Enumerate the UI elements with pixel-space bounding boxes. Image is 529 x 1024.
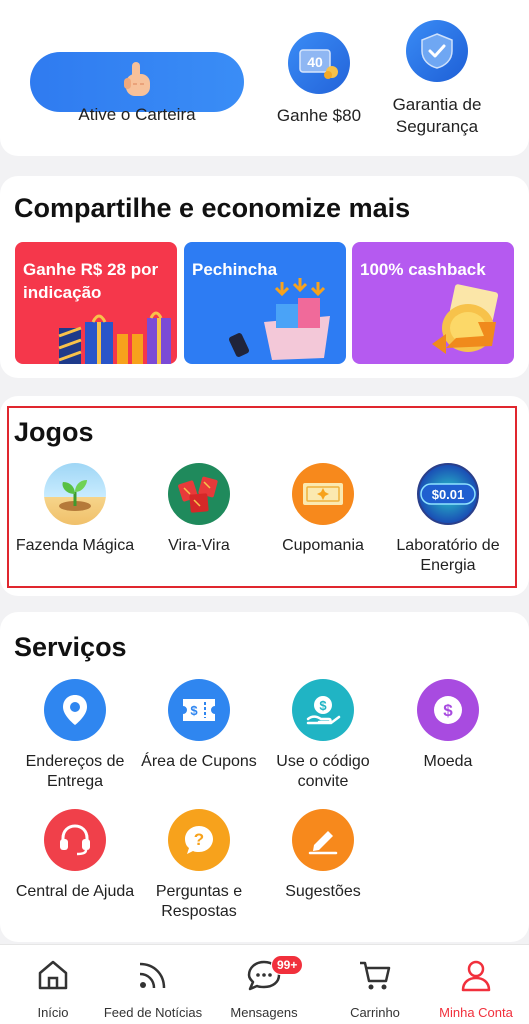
service-label: Endereços de Entrega — [25, 753, 125, 790]
security-shield-icon[interactable] — [406, 20, 468, 82]
service-help-center[interactable]: Central de Ajuda — [10, 809, 140, 902]
service-label: Área de Cupons — [141, 753, 257, 770]
service-delivery-address[interactable]: Endereços de Entrega — [10, 679, 140, 792]
svg-text:?: ? — [194, 830, 204, 849]
sprout-icon — [44, 463, 106, 525]
messages-badge: 99+ — [271, 955, 304, 975]
headset-icon — [44, 809, 106, 871]
service-label: Use o código convite — [276, 753, 370, 790]
services-title: Serviços — [14, 632, 127, 662]
game-cupomania[interactable]: Cupomania — [258, 463, 388, 556]
promo-cashback[interactable]: 100% cashback — [352, 242, 514, 364]
coupon-ticket-icon: $ — [168, 679, 230, 741]
service-coin[interactable]: $ Moeda — [383, 679, 513, 772]
pen-icon — [292, 809, 354, 871]
cards-icon — [168, 463, 230, 525]
nav-home-label: Início — [37, 1005, 69, 1020]
dollar-coin-icon: $ — [417, 679, 479, 741]
nav-my-account[interactable]: Minha Conta — [423, 945, 529, 1024]
home-icon — [38, 960, 68, 990]
nav-messages-label: Mensagens — [230, 1005, 298, 1020]
nav-feed[interactable]: Feed de Notícias — [100, 945, 206, 1024]
game-label: Fazenda Mágica — [15, 537, 135, 554]
earn-label: Ganhe $80 — [276, 106, 362, 125]
wallet-label: Ative o Carteira — [78, 105, 196, 124]
nav-cart[interactable]: Carrinho — [322, 945, 428, 1024]
nav-my-account-label: Minha Conta — [439, 1005, 513, 1020]
security-label: Garantia de Segurança — [392, 95, 482, 136]
cart-icon — [360, 961, 391, 990]
promo-cashback-label: 100% cashback — [360, 260, 486, 279]
game-energy-lab[interactable]: $0.01 Laboratório de Energia — [383, 463, 513, 576]
shopping-cart-icon — [228, 278, 330, 360]
promo-referral[interactable]: Ganhe R$ 28 por indicação — [15, 242, 177, 364]
nav-cart-label: Carrinho — [350, 1005, 400, 1020]
nav-messages[interactable]: 99+ Mensagens — [211, 945, 317, 1024]
nav-feed-label: Feed de Notícias — [103, 1005, 203, 1020]
service-faq[interactable]: ? Perguntas e Respostas — [134, 809, 264, 922]
feed-icon — [139, 962, 166, 989]
service-suggestions[interactable]: Sugestões — [258, 809, 388, 902]
nav-home[interactable]: Início — [0, 945, 106, 1024]
location-pin-icon — [44, 679, 106, 741]
games-title: Jogos — [14, 417, 94, 447]
game-label: Vira-Vira — [168, 537, 230, 554]
svg-text:40: 40 — [307, 54, 323, 70]
service-label: Sugestões — [285, 883, 361, 900]
activate-wallet-button[interactable] — [30, 52, 244, 112]
share-title: Compartilhe e economize mais — [14, 193, 411, 223]
coupon-icon — [292, 463, 354, 525]
promo-referral-label: Ganhe R$ 28 por indicação — [23, 260, 159, 302]
game-vira-vira[interactable]: Vira-Vira — [134, 463, 264, 556]
svg-text:$0.01: $0.01 — [432, 487, 465, 502]
game-label: Cupomania — [282, 537, 364, 554]
gift-boxes-icon — [58, 311, 171, 364]
pointing-hand-icon — [120, 60, 154, 105]
cashback-coin-icon — [432, 284, 499, 354]
svg-text:$: $ — [319, 698, 327, 713]
hand-coin-icon: $ — [292, 679, 354, 741]
game-label: Laboratório de Energia — [396, 537, 500, 574]
service-label: Moeda — [423, 753, 473, 770]
question-icon: ? — [168, 809, 230, 871]
energy-coin-icon: $0.01 — [417, 463, 479, 525]
user-icon — [461, 960, 491, 992]
service-label: Central de Ajuda — [15, 883, 135, 900]
service-invite-code[interactable]: $ Use o código convite — [258, 679, 388, 792]
earn-icon[interactable]: 40 — [288, 32, 350, 94]
promo-bargain[interactable]: Pechincha — [184, 242, 346, 364]
svg-text:$: $ — [443, 701, 453, 720]
svg-text:$: $ — [190, 703, 198, 718]
service-label: Perguntas e Respostas — [155, 883, 243, 920]
bottom-nav: Início Feed de Notícias 99+ Mensagens Ca… — [0, 944, 529, 1024]
service-coupon-area[interactable]: $ Área de Cupons — [134, 679, 264, 772]
game-magic-farm[interactable]: Fazenda Mágica — [10, 463, 140, 556]
